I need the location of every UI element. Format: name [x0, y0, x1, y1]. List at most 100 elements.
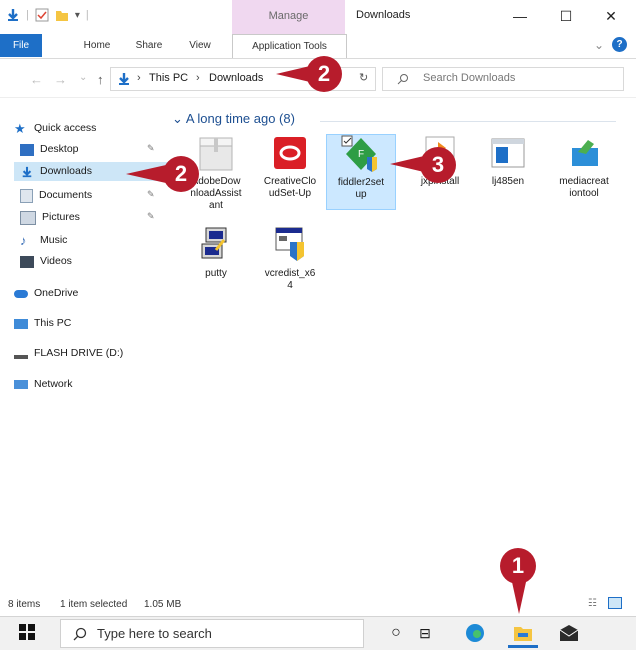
breadcrumb-downloads[interactable]: Downloads [209, 72, 263, 84]
callout-pointer-2-nav [126, 165, 166, 183]
nav-flash-drive-label: FLASH DRIVE (D:) [34, 347, 124, 359]
nav-network[interactable]: Network [14, 375, 73, 394]
recent-locations-icon[interactable]: ⌄ [79, 72, 87, 83]
file-name: mediacreat [559, 176, 609, 187]
mail-icon[interactable] [558, 622, 580, 644]
up-button[interactable]: ↑ [97, 72, 104, 87]
callout-pointer-1 [512, 582, 526, 614]
file-name: nloadAssist [190, 188, 242, 199]
network-icon [14, 380, 28, 389]
cloud-icon [14, 289, 28, 298]
search-icon [73, 627, 87, 641]
cortana-icon[interactable]: ○ [385, 622, 407, 644]
group-divider [320, 121, 616, 122]
tab-file[interactable]: File [0, 34, 42, 57]
windows-start-icon[interactable] [19, 624, 35, 640]
desktop-icon [20, 143, 34, 156]
file-name: fiddler2set [337, 177, 385, 188]
nav-quick-access[interactable]: ★ Quick access [14, 119, 96, 138]
taskbar-search-placeholder: Type here to search [97, 626, 212, 641]
file-item-selected[interactable]: F fiddler2set up [326, 134, 396, 210]
tab-home[interactable]: Home [76, 34, 118, 57]
file-explorer-icon[interactable] [512, 622, 534, 644]
nav-item-documents[interactable]: Documents [20, 186, 92, 205]
status-selection: 1 item selected [60, 599, 128, 610]
package-icon [196, 134, 236, 172]
nav-onedrive[interactable]: OneDrive [14, 284, 78, 303]
active-app-indicator [508, 645, 538, 648]
help-icon[interactable]: ? [612, 37, 627, 52]
chevron-down-icon: ⌄ [172, 111, 183, 126]
nav-this-pc-label: This PC [34, 317, 72, 329]
search-box[interactable]: Search Downloads [382, 67, 624, 91]
search-icon [397, 74, 408, 85]
maximize-button[interactable]: ☐ [546, 4, 586, 28]
downloads-arrow-icon [119, 73, 129, 85]
details-view-icon[interactable]: ☷ [588, 598, 597, 609]
file-name: putty [205, 268, 227, 279]
crumb-separator-2: › [196, 72, 200, 84]
nav-item-music[interactable]: ♪ Music [20, 231, 67, 250]
file-item[interactable]: putty [182, 226, 250, 280]
fiddler-installer-icon: F [341, 135, 381, 173]
documents-icon [20, 188, 33, 203]
pin-icon: ✎ [147, 189, 155, 199]
new-folder-icon[interactable] [55, 8, 69, 22]
file-item[interactable]: mediacreat iontool [550, 134, 618, 200]
window-title: Downloads [356, 9, 411, 21]
forward-button[interactable]: → [54, 72, 67, 87]
properties-icon[interactable] [35, 8, 49, 22]
quick-access-toolbar: | ▾ | [6, 8, 89, 22]
window-app-icon [488, 134, 528, 172]
manage-context-label: Manage [268, 10, 309, 22]
file-name: udSet-Up [268, 188, 312, 199]
search-placeholder: Search Downloads [423, 72, 516, 84]
nav-item-pictures[interactable]: Pictures [20, 208, 80, 227]
nav-item-label: Documents [39, 189, 93, 201]
file-name: ant [209, 200, 223, 211]
star-icon: ★ [14, 120, 26, 136]
file-name: CreativeClo [263, 176, 317, 187]
qat-dropdown-icon[interactable]: ▾ [75, 10, 80, 21]
step-callout-2-nav: 2 [163, 156, 199, 192]
file-item[interactable]: lj485en [474, 134, 542, 188]
nav-item-label: Pictures [42, 211, 80, 223]
nav-network-label: Network [34, 378, 73, 390]
edge-browser-icon[interactable] [464, 622, 486, 644]
svg-text:F: F [358, 149, 364, 160]
refresh-icon[interactable]: ↻ [359, 71, 368, 84]
ribbon-collapse-icon[interactable]: ⌄ [594, 38, 604, 52]
nav-item-desktop[interactable]: Desktop [20, 140, 79, 159]
tab-share[interactable]: Share [128, 34, 170, 57]
vcredist-icon [270, 226, 310, 264]
downloads-arrow-icon [22, 166, 32, 177]
nav-quick-access-label: Quick access [34, 122, 97, 134]
file-item[interactable]: CreativeClo udSet-Up [256, 134, 324, 200]
crumb-separator: › [137, 72, 141, 84]
close-button[interactable]: ✕ [591, 4, 631, 28]
usb-drive-icon [14, 354, 28, 359]
file-item[interactable]: vcredist_x6 4 [256, 226, 324, 292]
nav-this-pc[interactable]: This PC [14, 314, 71, 333]
file-name: up [355, 189, 367, 200]
computer-icon [14, 318, 28, 329]
tab-view[interactable]: View [180, 34, 220, 57]
music-icon: ♪ [20, 232, 27, 248]
step-callout-3: 3 [420, 147, 456, 183]
taskbar-search-box[interactable]: Type here to search [60, 619, 364, 648]
putty-icon [196, 226, 236, 264]
tab-application-tools[interactable]: Application Tools [232, 34, 347, 58]
step-callout-1: 1 [500, 548, 536, 584]
pin-icon: ✎ [147, 143, 155, 153]
nav-flash-drive[interactable]: FLASH DRIVE (D:) [14, 344, 123, 363]
downloads-arrow-icon [8, 9, 18, 21]
callout-pointer-3 [390, 156, 424, 172]
callout-pointer-2-address [276, 66, 310, 82]
large-icons-view-icon[interactable] [608, 597, 622, 609]
back-button[interactable]: ← [30, 72, 43, 87]
breadcrumb-this-pc[interactable]: This PC [149, 72, 188, 84]
nav-item-videos[interactable]: Videos [20, 252, 72, 271]
task-view-icon[interactable]: ⊟ [414, 622, 436, 644]
group-header[interactable]: ⌄ A long time ago (8) [172, 111, 295, 127]
minimize-button[interactable]: — [500, 4, 540, 28]
